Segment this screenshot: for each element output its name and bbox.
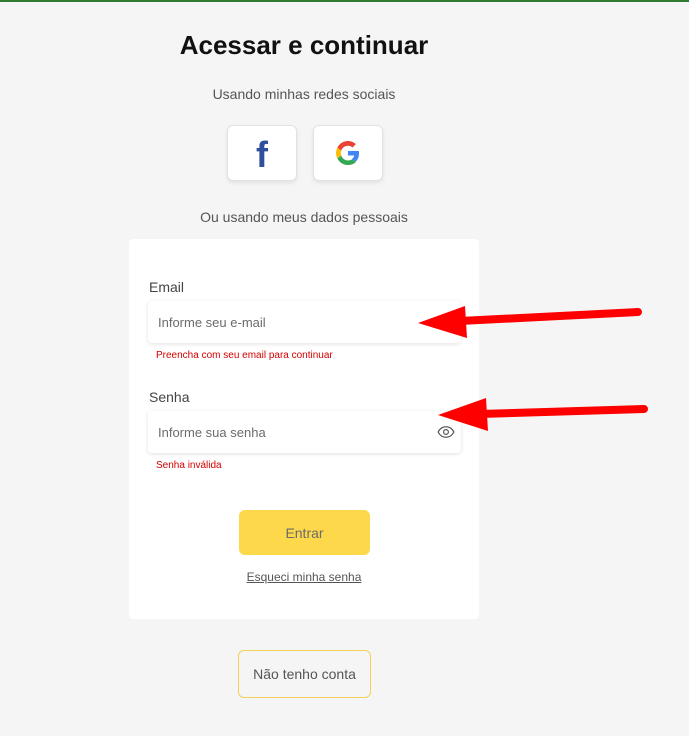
no-account-button[interactable]: Não tenho conta xyxy=(238,650,371,698)
top-accent-line xyxy=(0,0,689,2)
email-label: Email xyxy=(149,279,185,295)
google-icon xyxy=(336,141,360,165)
social-login-prompt: Usando minhas redes sociais xyxy=(212,86,396,102)
login-form-card: Email Preencha com seu email para contin… xyxy=(129,239,479,619)
email-error-message: Preencha com seu email para continuar xyxy=(156,350,333,361)
personal-data-prompt: Ou usando meus dados pessoais xyxy=(200,209,408,225)
google-login-button[interactable] xyxy=(313,125,383,181)
page-title: Acessar e continuar xyxy=(179,30,429,60)
password-field[interactable] xyxy=(148,411,428,453)
password-label: Senha xyxy=(149,389,190,405)
password-field-wrapper xyxy=(148,411,461,453)
annotation-arrow-password xyxy=(438,398,648,431)
forgot-password-link[interactable]: Esqueci minha senha xyxy=(129,570,479,584)
facebook-login-button[interactable]: f xyxy=(227,125,297,181)
email-field[interactable] xyxy=(148,301,428,343)
annotation-arrow-email xyxy=(418,306,642,338)
login-button[interactable]: Entrar xyxy=(239,510,370,555)
password-error-message: Senha inválida xyxy=(156,460,222,471)
facebook-icon: f xyxy=(256,134,268,175)
